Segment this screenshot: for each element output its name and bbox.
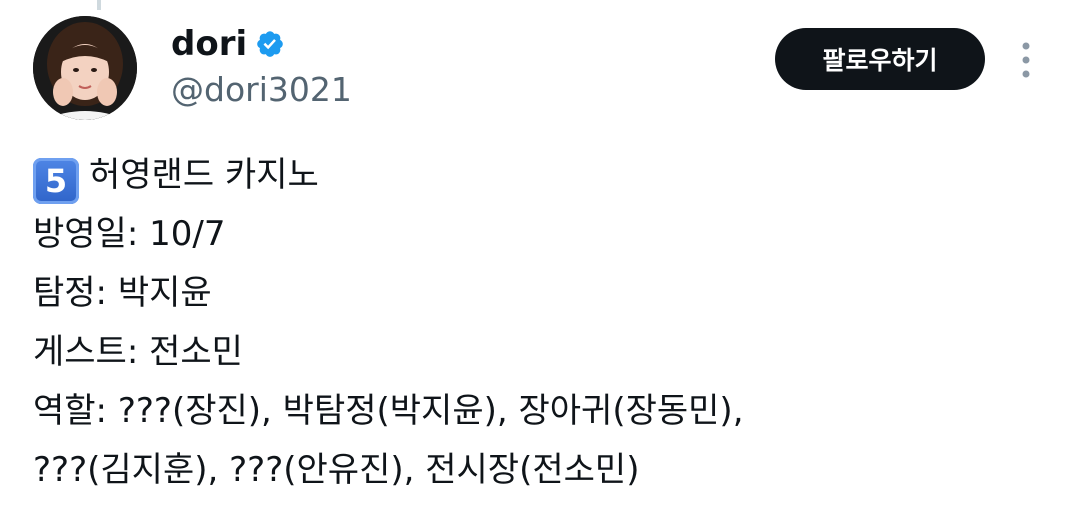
tweet-body: 5 허영랜드 카지노 방영일: 10/7 탐정: 박지윤 게스트: 전소민 역할:…: [33, 146, 744, 500]
tweet-line-airdate: 방영일: 10/7: [33, 214, 226, 254]
tweet-line-title: 5 허영랜드 카지노: [33, 146, 744, 205]
more-vertical-icon[interactable]: [1014, 40, 1038, 80]
thread-connector-line: [97, 0, 101, 10]
keycap-five-icon: 5: [33, 158, 79, 204]
user-handle[interactable]: @dori3021: [171, 68, 352, 112]
display-name[interactable]: dori: [171, 22, 247, 66]
profile-photo-icon: [33, 16, 137, 120]
tweet-line-roles-cont: ???(김지훈), ???(안유진), 전시장(전소민): [33, 450, 640, 490]
tweet-line-roles: 역할: ???(장진), 박탐정(박지윤), 장아귀(장동민),: [33, 391, 744, 431]
tweet-line-detective: 탐정: 박지윤: [33, 273, 212, 313]
name-row: dori: [171, 22, 352, 66]
verified-badge-icon: [255, 29, 285, 59]
tweet-title-text: 허영랜드 카지노: [89, 155, 319, 195]
author-info: dori @dori3021: [171, 22, 352, 112]
follow-button[interactable]: 팔로우하기: [775, 28, 985, 90]
tweet-line-guest: 게스트: 전소민: [33, 332, 243, 372]
avatar[interactable]: [33, 16, 137, 120]
